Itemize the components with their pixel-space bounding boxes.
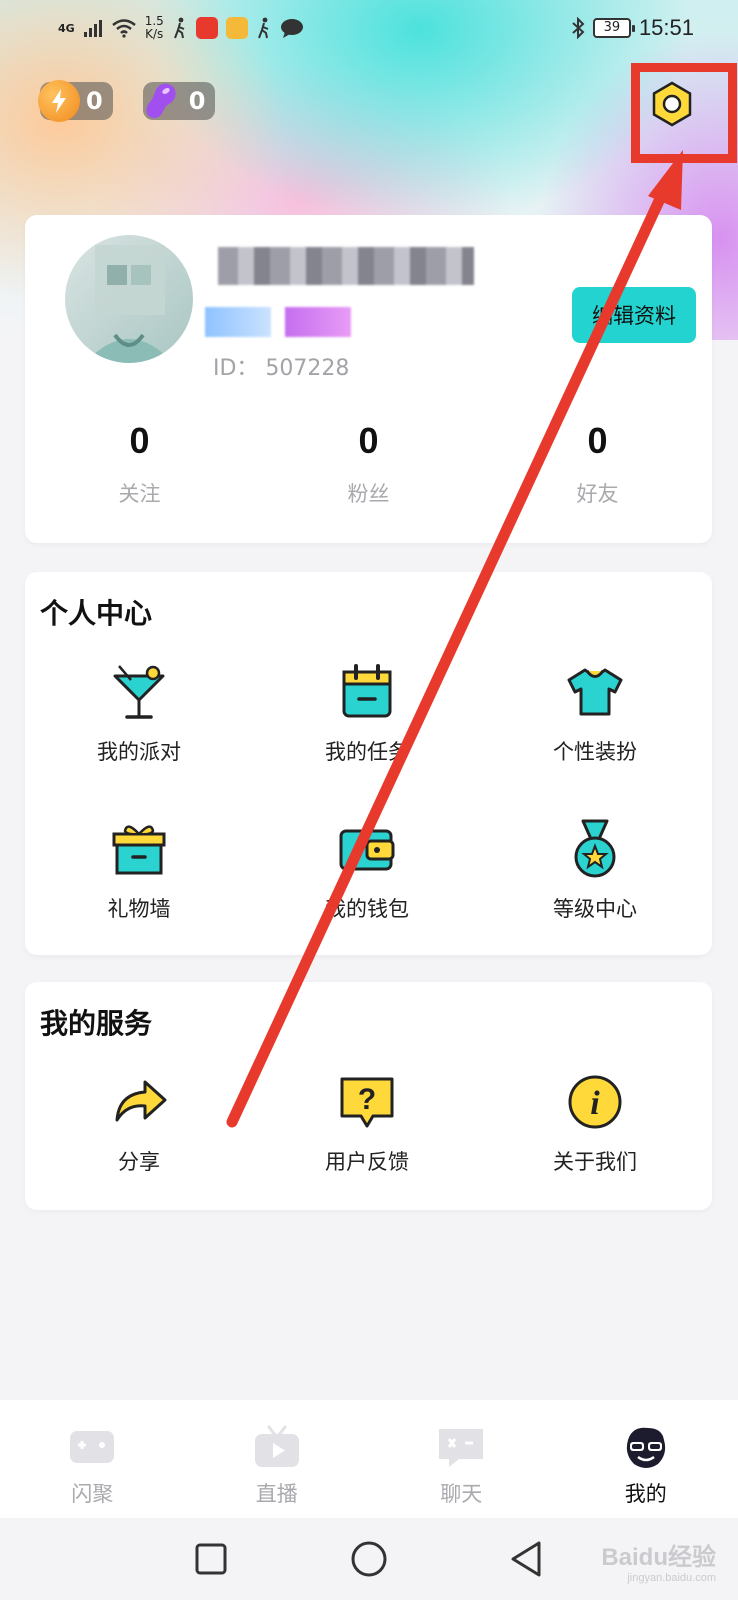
nickname-redacted [218,247,474,285]
menu-label: 用户反馈 [325,1150,409,1174]
menu-my-wallet[interactable]: 我的钱包 [253,817,481,923]
stat-fans[interactable]: 0 粉丝 [254,420,483,508]
tab-label: 直播 [255,1482,298,1506]
bean-icon [141,80,183,122]
menu-label: 我的钱包 [325,897,409,921]
beans-count: 0 [188,87,206,115]
stat-friends[interactable]: 0 好友 [483,420,712,508]
walking-icon-2 [257,17,269,39]
profile-face-icon [621,1424,671,1470]
edit-profile-button[interactable]: 编辑资料 [572,287,696,343]
menu-my-tasks[interactable]: 我的任务 [253,660,481,766]
tab-shanju[interactable]: 闪聚 [0,1400,185,1518]
message-icon [280,19,303,38]
section-title: 我的服务 [40,1007,153,1040]
calendar-icon [335,660,399,724]
stat-value: 0 [587,420,608,461]
menu-label: 关于我们 [553,1150,637,1174]
feedback-icon: ? [335,1070,399,1134]
service-about-us[interactable]: i 关于我们 [481,1070,709,1176]
info-icon: i [563,1070,627,1134]
back-button[interactable] [507,1539,547,1579]
tab-chat[interactable]: 聊天 [369,1400,554,1518]
share-icon [107,1070,171,1134]
stat-label: 关注 [118,482,161,506]
circle-icon [351,1541,387,1577]
menu-my-party[interactable]: 我的派对 [25,660,253,766]
watermark-brand: Baidu经验 [601,1544,716,1571]
badge-redacted-blue [205,307,271,337]
personal-center-row-2: 礼物墙 我的钱包 等级中心 [25,817,712,923]
recent-apps-button[interactable] [191,1539,231,1579]
menu-label: 等级中心 [553,897,637,921]
battery-indicator: 39 [592,18,635,38]
section-title: 个人中心 [40,597,153,630]
menu-label: 我的派对 [97,740,181,764]
stat-label: 粉丝 [347,482,390,506]
profile-card: ID： 507228 编辑资料 0 关注 0 粉丝 0 好友 [25,215,712,543]
home-button[interactable] [349,1539,389,1579]
watermark-url: jingyan.baidu.com [627,1572,716,1584]
profile-stats: 0 关注 0 粉丝 0 好友 [25,420,712,508]
energy-balance[interactable]: 0 [38,80,113,122]
tab-live[interactable]: 直播 [185,1400,370,1518]
user-id: ID： 507228 [213,356,350,381]
square-icon [195,1543,227,1575]
tshirt-icon [563,660,627,724]
personal-center-row-1: 我的派对 我的任务 个性装扮 [25,660,712,766]
beans-balance[interactable]: 0 [141,80,216,122]
wifi-icon [111,19,136,38]
chat-icon [436,1424,486,1470]
wallet-icon [335,817,399,881]
avatar[interactable] [65,235,193,363]
services-row: 分享 ? 用户反馈 i 关于我们 [25,1070,712,1176]
network-speed: 1.5 K/s [144,14,164,41]
huawei-app-icon [195,17,218,39]
gamepad-icon [67,1424,117,1470]
menu-label: 分享 [118,1150,160,1174]
baidu-watermark: Baidu经验 jingyan.baidu.com [601,1537,716,1584]
triangle-back-icon [511,1541,541,1577]
my-services-card: 我的服务 分享 ? 用户反馈 i 关于我们 [25,982,712,1210]
tab-mine[interactable]: 我的 [554,1400,738,1518]
bottom-tab-bar: 闪聚 直播 聊天 我的 [0,1400,738,1518]
service-share[interactable]: 分享 [25,1070,253,1176]
personal-center-card: 个人中心 我的派对 我的任务 个性装扮 礼物墙 我的钱包 等级中心 [25,572,712,955]
currency-bar: 0 0 [38,80,216,122]
service-feedback[interactable]: ? 用户反馈 [253,1070,481,1176]
tv-icon [252,1424,302,1470]
stat-label: 好友 [576,482,619,506]
badge-redacted-purple [285,307,351,337]
stat-value: 0 [129,420,150,461]
avatar-image [85,245,173,363]
svg-text:?: ? [358,1083,376,1116]
gift-icon [107,817,171,881]
walking-icon [173,17,185,39]
menu-personal-dressup[interactable]: 个性装扮 [481,660,709,766]
tab-label: 闪聚 [71,1482,114,1506]
energy-count: 0 [86,87,103,115]
menu-label: 礼物墙 [107,897,171,921]
clock: 15:51 [638,15,694,40]
status-bar: 4G 1.5 K/s 39 15:51 [0,0,738,56]
stat-value: 0 [358,420,379,461]
menu-level-center[interactable]: 等级中心 [481,817,709,923]
lightning-coin-icon [38,80,80,122]
cocktail-icon [107,660,171,724]
bluetooth-icon [572,17,585,39]
network-indicator: 4G [58,21,75,35]
signal-icon [83,20,102,37]
svg-text:i: i [590,1085,600,1122]
menu-gift-wall[interactable]: 礼物墙 [25,817,253,923]
tab-label: 我的 [624,1482,667,1506]
stat-following[interactable]: 0 关注 [25,420,254,508]
medal-icon [563,817,627,881]
menu-label: 我的任务 [325,740,409,764]
annotation-highlight-box [631,63,737,163]
notification-app-icon [225,17,248,39]
menu-label: 个性装扮 [553,740,637,764]
tab-label: 聊天 [440,1482,483,1506]
badges-redacted [205,307,351,337]
